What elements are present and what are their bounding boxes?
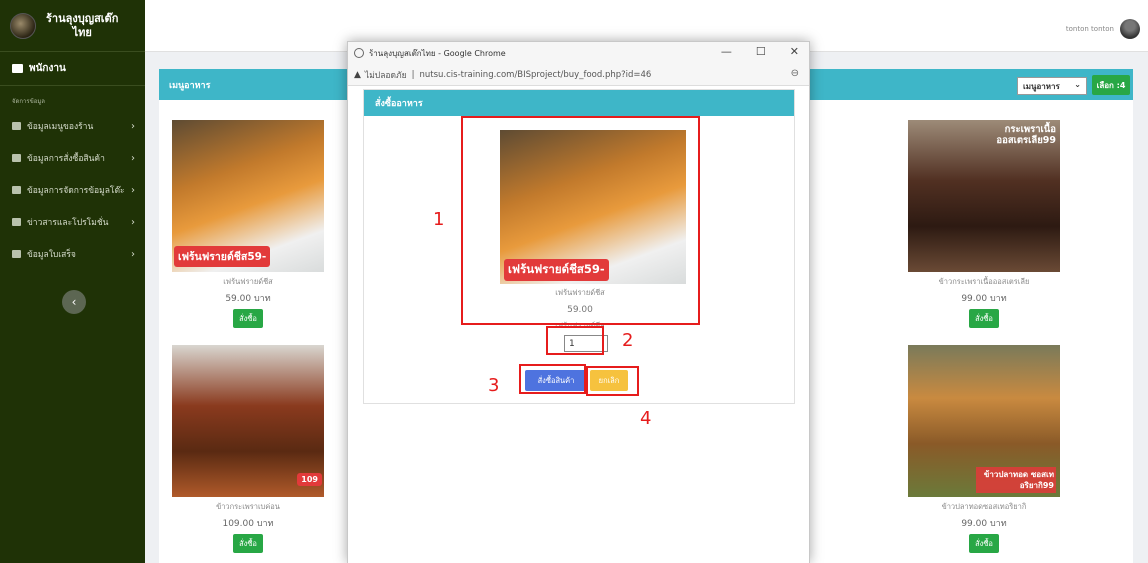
user-menu[interactable]: tonton tonton: [1066, 19, 1140, 39]
warning-icon: ▲: [354, 69, 361, 80]
security-warning: ไม่ปลอดภัย: [364, 70, 407, 81]
order-button[interactable]: สั่งซื้อ: [969, 309, 999, 328]
chevron-right-icon: ›: [131, 120, 135, 132]
avatar: [1120, 19, 1140, 39]
product-card: เฟร้นฟรายด์ชีส59- เฟร้นฟรายด์ชีส 59.00 บ…: [172, 120, 324, 328]
product-image[interactable]: ข้าวปลาทอด ซอสเทอริยากิ99: [908, 345, 1060, 497]
product-tag: 109: [297, 473, 322, 486]
minimize-button[interactable]: —: [721, 45, 732, 58]
category-select[interactable]: เมนูอาหาร ⌄: [1017, 77, 1087, 95]
product-card: 109 ข้าวกระเพราเบค่อน 109.00 บาท สั่งซื้…: [172, 345, 324, 553]
annotation-number-2: 2: [622, 330, 634, 351]
order-form-title: สั่งซื้ออาหาร: [364, 90, 794, 116]
product-price: 99.00 บาท: [961, 519, 1007, 529]
sidebar-item-orders[interactable]: ข้อมูลการสั่งซื้อสินค้า ›: [0, 142, 145, 174]
address-url: nutsu.cis-training.com/BISproject/buy_fo…: [419, 69, 652, 80]
chevron-down-icon: ⌄: [1074, 80, 1081, 89]
product-name: ข้าวกระเพราเบค่อน: [216, 502, 280, 511]
selected-count-button[interactable]: เลือก :4: [1092, 75, 1130, 95]
user-name: tonton tonton: [1065, 25, 1114, 33]
address-bar[interactable]: ▲ ไม่ปลอดภัย | nutsu.cis-training.com/BI…: [348, 64, 809, 86]
maximize-button[interactable]: ☐: [756, 45, 766, 58]
annotation-box-4: [586, 366, 639, 396]
sidebar: ร้านลุงบุญสเต๊ก ไทย พนักงาน จัดการข้อมูล…: [0, 0, 145, 563]
product-tag: เฟร้นฟรายด์ชีส59-: [174, 246, 271, 267]
sidebar-item-tables[interactable]: ข้อมูลการจัดการข้อมูลโต๊ะ ›: [0, 174, 145, 206]
order-button[interactable]: สั่งซื้อ: [233, 534, 263, 553]
window-controls: — ☐ ✕: [721, 45, 799, 58]
sidebar-collapse-button[interactable]: ‹: [62, 290, 86, 314]
product-price: 59.00 บาท: [225, 294, 271, 304]
product-image[interactable]: กระเพราเนื้อ ออสเตรเลีย99: [908, 120, 1060, 272]
popup-window-title: ร้านลุงบุญสเต๊กไทย - Google Chrome: [369, 48, 506, 58]
order-button[interactable]: สั่งซื้อ: [233, 309, 263, 328]
product-name: เฟร้นฟรายด์ชีส: [223, 277, 273, 286]
product-image[interactable]: 109: [172, 345, 324, 497]
annotation-number-3: 3: [488, 375, 500, 396]
id-card-icon: [12, 64, 23, 73]
sidebar-item-receipts[interactable]: ข้อมูลใบเสร็จ ›: [0, 238, 145, 270]
receipt-icon: [12, 250, 21, 258]
chrome-icon: [354, 48, 364, 58]
annotation-number-1: 1: [433, 209, 445, 230]
megaphone-icon: [12, 218, 21, 226]
product-card: ข้าวปลาทอด ซอสเทอริยากิ99 ข้าวปลาทอดซอสเ…: [908, 345, 1060, 553]
chevron-right-icon: ›: [131, 152, 135, 164]
product-image[interactable]: เฟร้นฟรายด์ชีส59-: [172, 120, 324, 272]
chevron-right-icon: ›: [131, 184, 135, 196]
product-name: ข้าวปลาทอดซอสเทอริยากิ: [941, 502, 1027, 511]
product-price: 99.00 บาท: [961, 294, 1007, 304]
annotation-box-1: [461, 116, 700, 325]
table-icon: [12, 122, 21, 130]
sidebar-item-news[interactable]: ข่าวสารและโปรโมชั่น ›: [0, 206, 145, 238]
page-title: เมนูอาหาร: [169, 80, 211, 91]
annotation-number-4: 4: [640, 408, 652, 429]
brand-name: ร้านลุงบุญสเต๊ก ไทย: [46, 11, 119, 39]
address-separator: |: [411, 69, 415, 80]
product-tag: ข้าวปลาทอด ซอสเทอริยากิ99: [976, 467, 1056, 493]
annotation-box-3: [519, 364, 586, 394]
chevron-right-icon: ›: [131, 248, 135, 260]
product-tag: กระเพราเนื้อ ออสเตรเลีย99: [996, 124, 1056, 146]
product-price: 109.00 บาท: [222, 519, 274, 529]
product-name: ข้าวกระเพราเนื้อออสเตรเลีย: [938, 277, 1030, 286]
close-button[interactable]: ✕: [790, 45, 799, 58]
trash-icon: [12, 154, 21, 162]
sidebar-section-label: จัดการข้อมูล: [12, 98, 45, 105]
brand-logo: [10, 12, 36, 39]
brand[interactable]: ร้านลุงบุญสเต๊ก ไทย: [0, 0, 145, 52]
popup-titlebar[interactable]: ร้านลุงบุญสเต๊กไทย - Google Chrome — ☐ ✕: [348, 42, 809, 64]
sidebar-item-dashboard[interactable]: พนักงาน: [0, 52, 145, 86]
annotation-box-2: [546, 326, 604, 355]
product-card: กระเพราเนื้อ ออสเตรเลีย99 ข้าวกระเพราเนื…: [908, 120, 1060, 328]
order-button[interactable]: สั่งซื้อ: [969, 534, 999, 553]
zoom-icon[interactable]: ⊖: [791, 68, 799, 79]
sidebar-item-menu-data[interactable]: ข้อมูลเมนูของร้าน ›: [0, 110, 145, 142]
table-icon: [12, 186, 21, 194]
chevron-right-icon: ›: [131, 216, 135, 228]
